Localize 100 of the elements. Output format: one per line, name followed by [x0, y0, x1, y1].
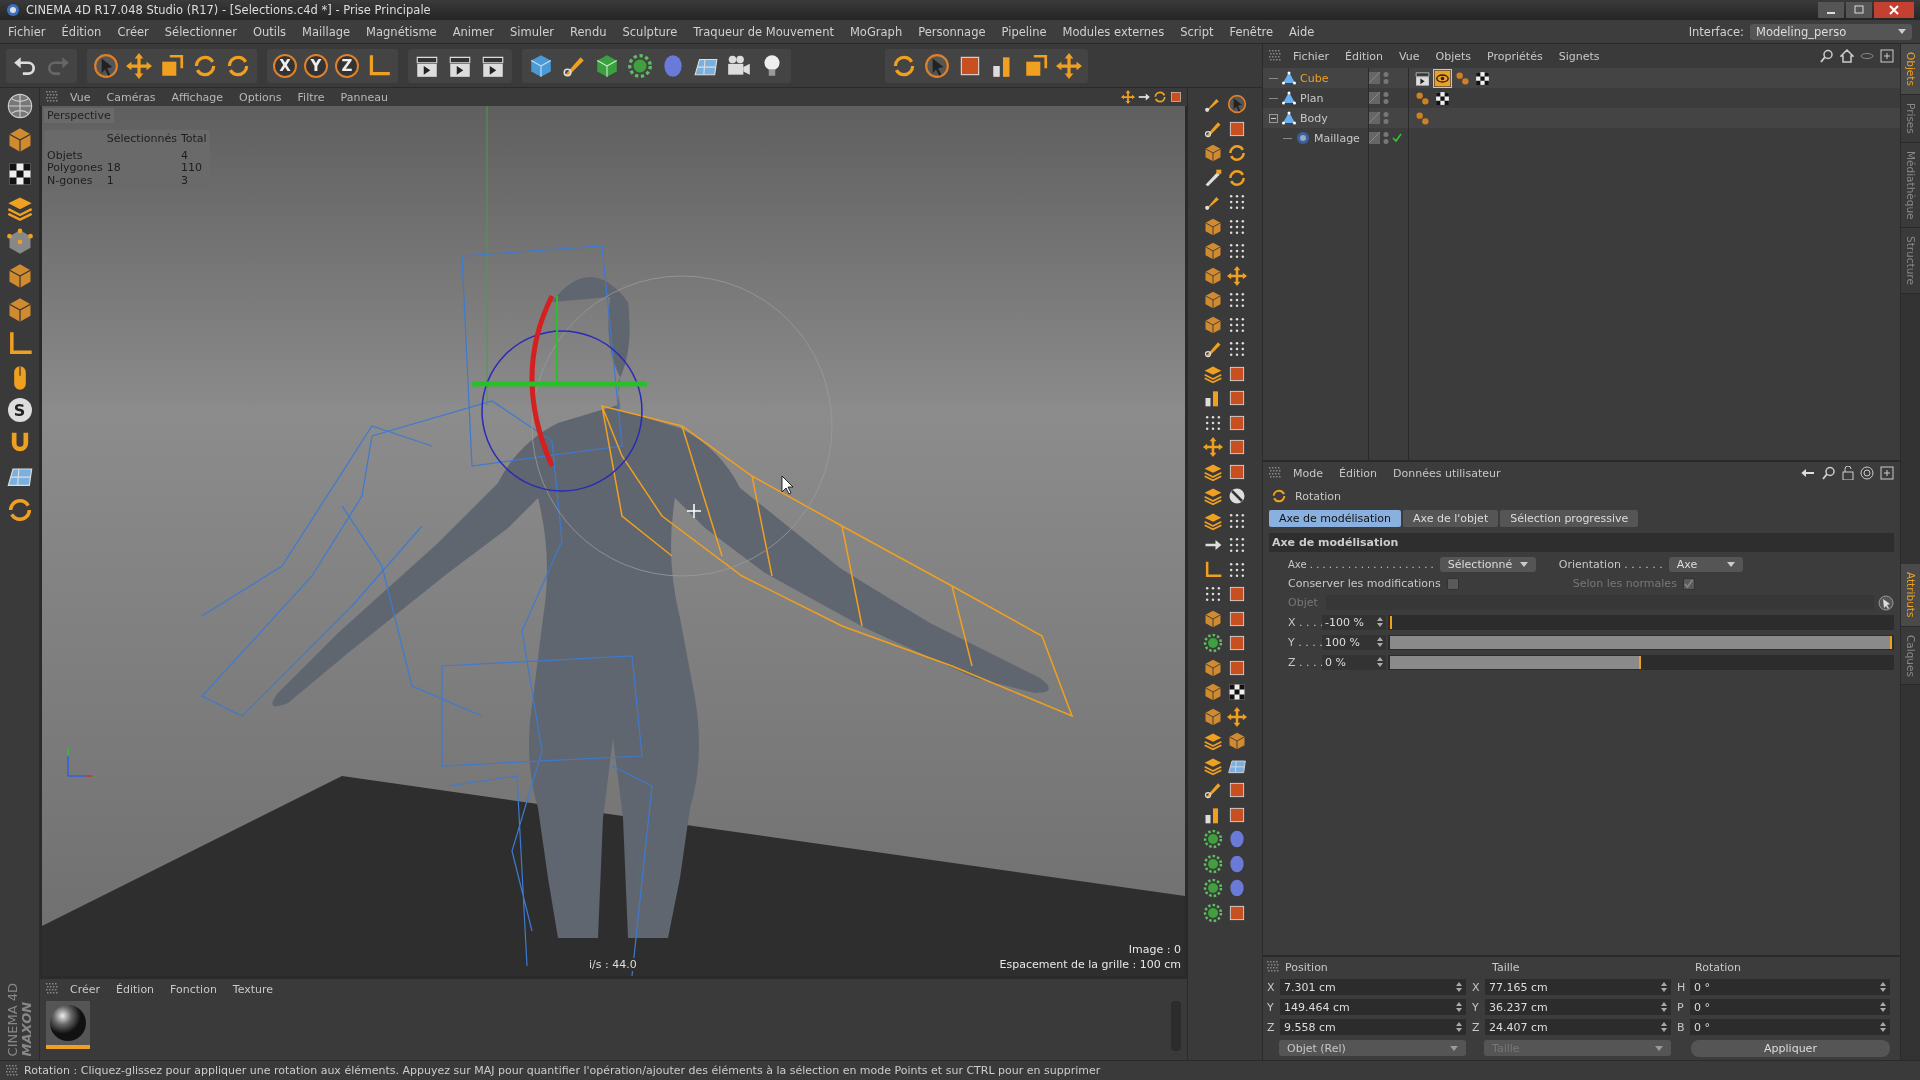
menu-item[interactable]: Fonction [162, 982, 225, 996]
cube-icon[interactable] [1203, 143, 1223, 163]
object-name[interactable]: Maillage [1314, 131, 1360, 145]
menu-item[interactable]: Fichier [1285, 49, 1337, 63]
cursor-icon[interactable] [1227, 94, 1247, 114]
menu-item[interactable]: Objets [1427, 49, 1480, 63]
spinner-icon[interactable] [1661, 982, 1667, 992]
checker-icon[interactable] [1434, 89, 1451, 107]
coordinate-field[interactable]: 24.407 cm [1485, 1019, 1671, 1035]
cursor-icon[interactable] [924, 52, 950, 79]
cube-icon[interactable] [1203, 657, 1223, 678]
globe-icon[interactable] [5, 92, 34, 120]
cube-icon[interactable] [1203, 290, 1223, 310]
cube-icon[interactable] [1203, 706, 1223, 727]
cube-icon[interactable] [1203, 216, 1223, 237]
tab[interactable]: Axe de l'objet [1403, 510, 1499, 527]
menu-item[interactable]: Créer [109, 24, 157, 39]
cube-icon[interactable] [1227, 731, 1247, 751]
cube-icon[interactable] [1203, 241, 1223, 261]
grip-icon[interactable] [1269, 50, 1281, 62]
grip-icon[interactable] [1267, 961, 1279, 973]
menu-item[interactable]: Vue [1391, 49, 1428, 63]
spinner-icon[interactable] [1880, 1002, 1886, 1012]
menu-item[interactable]: Maillage [294, 24, 359, 39]
object-name[interactable]: Body [1300, 111, 1328, 125]
tab[interactable]: Sélection progressive [1500, 510, 1639, 527]
rotate-icon[interactable] [1153, 90, 1167, 104]
axis-icon[interactable] [1203, 559, 1223, 580]
menu-item[interactable]: Signets [1550, 49, 1608, 63]
dot-grid-icon[interactable] [1227, 290, 1247, 310]
dot-grid-icon[interactable] [1227, 241, 1247, 261]
menu-item[interactable]: Fenêtre [1221, 24, 1281, 39]
scale-icon[interactable] [159, 52, 185, 79]
search-icon[interactable] [1820, 49, 1834, 63]
gear-icon[interactable] [627, 52, 653, 79]
orientation-dropdown[interactable]: Axe [1668, 557, 1743, 572]
visibility-dots-icon[interactable] [1383, 131, 1389, 145]
menu-item[interactable]: Personnage [910, 24, 994, 39]
menu-item[interactable]: Aide [1281, 24, 1323, 39]
spinner-icon[interactable] [1661, 1022, 1667, 1032]
sphere-icon[interactable] [1227, 878, 1247, 898]
new-window-icon[interactable] [1880, 466, 1894, 480]
checker-icon[interactable] [1474, 69, 1491, 87]
menu-item[interactable]: Filtre [289, 90, 333, 104]
square-icon[interactable] [1169, 90, 1183, 104]
layers-icon[interactable] [1203, 731, 1223, 751]
minimize-button[interactable] [1818, 2, 1844, 18]
caret-icon[interactable] [1520, 562, 1528, 567]
gear-icon[interactable] [1203, 829, 1223, 849]
spheres-icon[interactable] [1414, 89, 1431, 107]
side-tab[interactable]: Attributs [1901, 564, 1920, 627]
tab[interactable]: Axe de modélisation [1269, 510, 1402, 527]
cursor-icon[interactable] [93, 52, 119, 79]
maximize-button[interactable] [1846, 2, 1872, 18]
gear-icon[interactable] [1203, 902, 1223, 923]
caret-icon[interactable] [1655, 1045, 1663, 1051]
square-icon[interactable] [1227, 584, 1247, 604]
slider[interactable] [1388, 654, 1894, 670]
grip-icon[interactable] [46, 983, 58, 995]
cube-icon[interactable] [528, 52, 554, 79]
menu-item[interactable]: Script [1172, 24, 1222, 39]
dot-grid-icon[interactable] [1227, 535, 1247, 555]
spinner-icon[interactable] [1456, 1002, 1462, 1012]
material-thumbnail[interactable] [46, 1001, 90, 1049]
spinner-icon[interactable] [1377, 617, 1383, 627]
spinner-icon[interactable] [1377, 637, 1383, 647]
new-window-icon[interactable] [1880, 49, 1894, 63]
interface-dropdown[interactable]: Modeling_perso [1750, 23, 1912, 40]
number-field[interactable]: 100 % [1322, 634, 1386, 650]
scale-icon[interactable] [1023, 52, 1049, 79]
apply-button[interactable]: Appliquer [1691, 1039, 1890, 1057]
side-tab[interactable]: Objets [1901, 44, 1920, 95]
spinner-icon[interactable] [1661, 1002, 1667, 1012]
menu-item[interactable]: Panneau [332, 90, 396, 104]
number-field[interactable]: -100 % [1322, 614, 1386, 630]
menu-item[interactable]: Fichier [0, 24, 54, 39]
gear-icon[interactable] [1203, 633, 1223, 653]
coordinate-field[interactable]: 36.237 cm [1485, 999, 1671, 1015]
coordinate-field[interactable]: 9.558 cm [1280, 1019, 1466, 1035]
coordinate-mode-dropdown[interactable]: Objet (Rel) [1279, 1040, 1466, 1056]
menu-item[interactable]: Pipeline [993, 24, 1055, 39]
square-icon[interactable] [1227, 437, 1247, 457]
layers-icon[interactable] [1203, 486, 1223, 506]
menu-item[interactable]: Créer [62, 982, 109, 996]
menu-item[interactable]: Propriétés [1479, 49, 1551, 63]
eye-icon[interactable] [1434, 69, 1451, 87]
coordinate-field[interactable]: 149.464 cm [1280, 999, 1466, 1015]
spinner-icon[interactable] [1880, 982, 1886, 992]
lock-icon[interactable] [1842, 466, 1854, 480]
axis-lock-button[interactable]: Y [304, 53, 328, 78]
coordinate-field[interactable]: 0 ° [1690, 1019, 1890, 1035]
menu-item[interactable]: Outils [244, 24, 295, 39]
menu-item[interactable]: Simuler [502, 24, 563, 39]
menu-item[interactable]: Modules externes [1054, 24, 1173, 39]
spinner-icon[interactable] [1456, 1022, 1462, 1032]
slider[interactable] [1388, 614, 1894, 630]
sphere-icon[interactable] [1227, 853, 1247, 874]
dot-grid-icon[interactable] [1203, 584, 1223, 604]
check-icon[interactable] [1392, 133, 1402, 143]
checker-icon[interactable] [1227, 682, 1247, 702]
